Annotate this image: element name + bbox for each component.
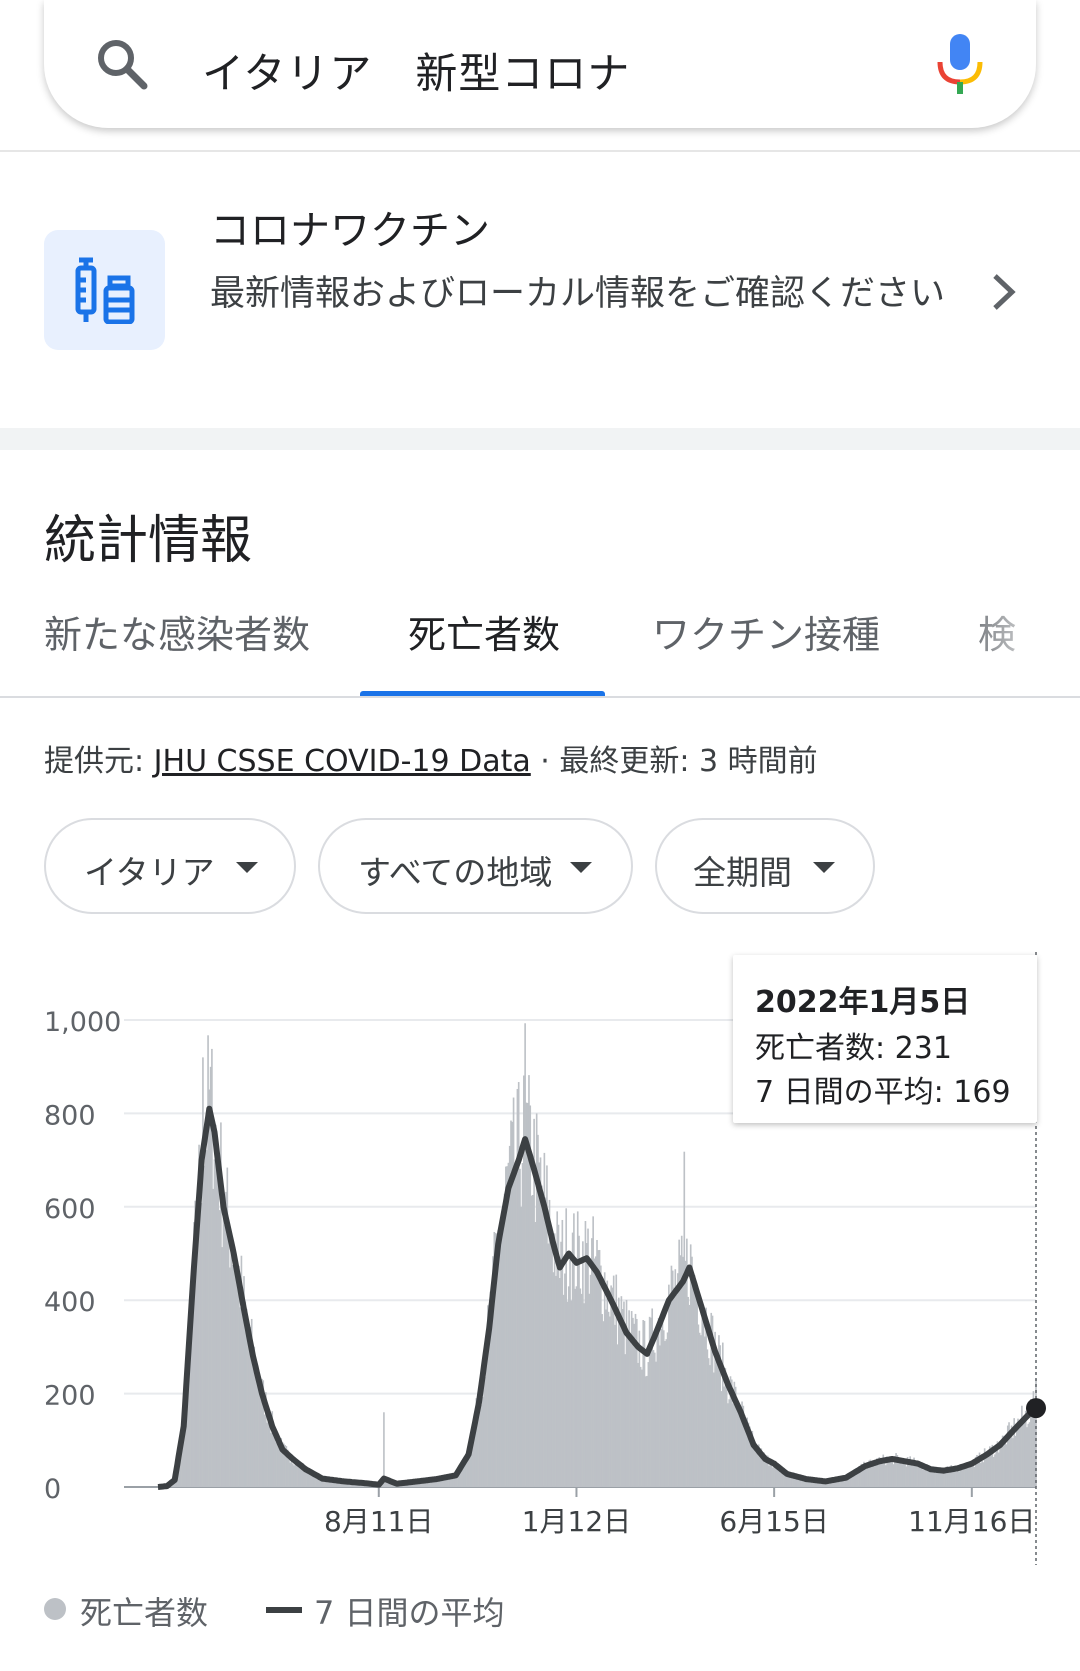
tab-deaths[interactable]: 死亡者数 (408, 604, 560, 659)
source-prefix: 提供元: (44, 744, 154, 779)
stats-title: 統計情報 (44, 511, 253, 571)
vaccine-card-title: コロナワクチン (210, 208, 490, 254)
y-tick-label: 800 (44, 1100, 96, 1131)
source-link[interactable]: JHU CSSE COVID-19 Data (154, 744, 531, 779)
tooltip-deaths: 死亡者数: 231 (755, 1031, 952, 1066)
caret-down-icon (813, 862, 835, 873)
x-tick-label: 8月11日 (324, 1505, 433, 1538)
y-tick-label: 400 (44, 1287, 96, 1318)
x-tick-label: 11月16日 (908, 1505, 1035, 1538)
y-tick-label: 0 (44, 1474, 61, 1505)
y-tick-label: 600 (44, 1194, 96, 1225)
x-tick-label: 6月15日 (719, 1505, 828, 1538)
vaccine-icon (75, 257, 135, 324)
vaccine-tile (44, 230, 165, 350)
last-updated: · 最終更新: 3 時間前 (530, 744, 818, 779)
region-filter[interactable]: すべての地域 (318, 818, 633, 914)
y-tick-label: 200 (44, 1381, 96, 1412)
legend-average: 7 日間の平均 (314, 1594, 505, 1632)
location-filter[interactable]: イタリア (44, 818, 296, 914)
data-source: 提供元: JHU CSSE COVID-19 Data · 最終更新: 3 時間… (44, 736, 818, 780)
x-tick-label: 1月12日 (522, 1505, 631, 1538)
section-separator (0, 428, 1080, 450)
search-bar[interactable]: イタリア 新型コロナ (44, 0, 1036, 128)
location-filter-label: イタリア (84, 853, 215, 892)
region-filter-label: すべての地域 (358, 853, 553, 892)
microphone-icon[interactable] (930, 30, 990, 100)
legend-deaths: 死亡者数 (80, 1594, 209, 1632)
search-icon (98, 40, 148, 90)
chevron-right-icon (993, 274, 1016, 310)
tabs-divider (0, 696, 1080, 698)
tab-new-cases[interactable]: 新たな感染者数 (44, 604, 310, 659)
period-filter[interactable]: 全期間 (655, 818, 875, 914)
vaccine-info-card[interactable]: コロナワクチン 最新情報およびローカル情報をご確認ください (0, 152, 1080, 428)
search-query[interactable]: イタリア 新型コロナ (202, 40, 630, 101)
legend-line-average (266, 1607, 302, 1613)
tabs-fade (960, 600, 1080, 680)
caret-down-icon (236, 862, 258, 873)
chart-tooltip: 2022年1月5日 死亡者数: 231 7 日間の平均: 169 (733, 955, 1037, 1123)
period-filter-label: 全期間 (693, 853, 792, 892)
tab-vaccinations[interactable]: ワクチン接種 (652, 604, 880, 659)
y-tick-label: 1,000 (44, 1007, 121, 1038)
vaccine-card-subtitle: 最新情報およびローカル情報をご確認ください (210, 274, 946, 314)
stats-tabs: 新たな感染者数 死亡者数 ワクチン接種 検 (0, 600, 1080, 700)
tooltip-date: 2022年1月5日 (755, 985, 971, 1020)
caret-down-icon (570, 862, 592, 873)
highlight-point (1026, 1398, 1046, 1419)
tooltip-average: 7 日間の平均: 169 (755, 1075, 1011, 1110)
legend-dot-deaths (44, 1598, 66, 1620)
